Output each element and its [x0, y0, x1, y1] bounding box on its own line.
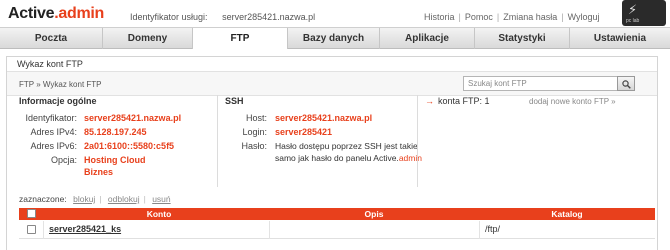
ssh-password-note-line1: Hasło dostępu poprzez SSH jest takie	[275, 141, 418, 151]
ipv4-label: Adres IPv4:	[30, 127, 77, 137]
row-checkbox[interactable]	[27, 225, 36, 234]
service-identifier: Identyfikator usługi: server285421.nazwa…	[130, 12, 315, 22]
history-link[interactable]: Historia	[424, 12, 455, 22]
ipv4-value: 85.128.197.245	[84, 127, 147, 137]
ssh-password-note-line2: samo jak hasło do panelu Active.	[275, 153, 399, 163]
unblock-action[interactable]: odblokuj	[108, 194, 140, 204]
link-separator: |	[458, 12, 461, 22]
tab-bazy-danych[interactable]: Bazy danych	[288, 28, 380, 49]
breadcrumb-ftp[interactable]: FTP	[19, 80, 34, 89]
block-action[interactable]: blokuj	[73, 194, 95, 204]
action-separator: |	[99, 194, 102, 204]
ssh-login-label: Login:	[242, 127, 267, 137]
service-identifier-label: Identyfikator usługi:	[130, 12, 208, 22]
tab-domeny[interactable]: Domeny	[103, 28, 193, 49]
table-row: server285421_ks /ftp/	[19, 221, 655, 239]
column-header-description[interactable]: Opis	[269, 209, 479, 219]
logo-main: Active	[8, 5, 55, 22]
ftp-accounts-panel: Wykaz kont FTP FTP » Wykaz kont FTP Szuk…	[6, 56, 658, 250]
logo-accent: admin	[58, 5, 105, 22]
ipv6-label: Adres IPv6:	[30, 141, 77, 151]
link-separator: |	[496, 12, 500, 22]
main-tabs: Poczta Domeny FTP Bazy danych Aplikacje …	[0, 27, 670, 49]
delete-action[interactable]: usuń	[152, 194, 170, 204]
identifier-value: server285421.nazwa.pl	[84, 113, 182, 123]
pclab-watermark: ⚡ pc lab	[622, 0, 666, 26]
top-header: Active.admin Identyfikator usługi: serve…	[0, 0, 670, 27]
cell-divider	[479, 221, 480, 239]
tab-poczta[interactable]: Poczta	[0, 28, 103, 49]
ssh-password-label: Hasło:	[241, 141, 267, 151]
action-separator: |	[143, 194, 146, 204]
ftp-table-header: Konto Opis Katalog	[19, 208, 655, 220]
ssh-host-label: Host:	[245, 113, 267, 123]
ftp-account-counter: → konta FTP: 1	[425, 96, 490, 106]
ssh-password-note: Hasło dostępu poprzez SSH jest takie sam…	[275, 140, 422, 164]
breadcrumb-separator: »	[36, 80, 41, 89]
cell-divider	[43, 221, 44, 239]
logout-link[interactable]: Wyloguj	[568, 12, 600, 22]
search-button[interactable]	[617, 76, 635, 91]
pclab-logo-icon: ⚡	[628, 3, 638, 18]
arrow-right-icon: →	[425, 96, 434, 106]
ssh-host-value: server285421.nazwa.pl	[275, 113, 373, 123]
column-divider	[417, 95, 418, 187]
search-icon	[622, 80, 631, 89]
bulk-actions: zaznaczone: blokuj | odblokuj | usuń	[19, 194, 171, 204]
ssh-title: SSH	[225, 96, 244, 106]
add-ftp-account-link[interactable]: dodaj nowe konto FTP »	[529, 97, 616, 106]
tab-ustawienia[interactable]: Ustawienia	[570, 28, 670, 49]
help-link[interactable]: Pomoc	[465, 12, 493, 22]
panel-title: Wykaz kont FTP	[7, 57, 93, 71]
panel-toolbar: FTP » Wykaz kont FTP Szukaj kont FTP	[7, 71, 657, 96]
select-all-checkbox[interactable]	[27, 209, 36, 218]
option-value: Hosting Cloud	[84, 155, 146, 165]
search-input[interactable]: Szukaj kont FTP	[463, 76, 635, 91]
ssh-login-value: server285421	[275, 127, 333, 137]
change-password-link[interactable]: Zmiana hasła	[503, 12, 557, 22]
tab-statystyki[interactable]: Statystyki	[475, 28, 570, 49]
breadcrumb-current: Wykaz kont FTP	[42, 80, 102, 89]
top-links: Historia | Pomoc | Zmiana hasła | Wyloguj	[424, 12, 600, 22]
service-identifier-value: server285421.nazwa.pl	[222, 12, 316, 22]
ftp-account-count: konta FTP: 1	[438, 96, 490, 106]
search-placeholder: Szukaj kont FTP	[468, 79, 527, 88]
option-value-line2: Biznes	[84, 167, 114, 177]
account-directory: /ftp/	[485, 224, 501, 234]
tab-aplikacje[interactable]: Aplikacje	[380, 28, 475, 49]
pclab-watermark-text: pc lab	[626, 18, 640, 24]
column-header-directory[interactable]: Katalog	[479, 209, 655, 219]
cell-divider	[269, 221, 270, 239]
ssh-password-note-accent: admin	[398, 153, 422, 163]
breadcrumb: FTP » Wykaz kont FTP	[19, 80, 102, 89]
link-separator: |	[561, 12, 564, 22]
identifier-label: Identyfikator:	[25, 113, 77, 123]
active-admin-logo[interactable]: Active.admin	[8, 5, 104, 23]
option-label: Opcja:	[50, 155, 77, 165]
tab-ftp[interactable]: FTP	[193, 28, 288, 49]
general-info-title: Informacje ogólne	[19, 96, 97, 106]
selected-label: zaznaczone:	[19, 194, 67, 204]
column-header-account[interactable]: Konto	[49, 209, 269, 219]
ipv6-value: 2a01:6100::5580:c5f5	[84, 141, 175, 151]
account-name-link[interactable]: server285421_ks	[49, 224, 121, 234]
